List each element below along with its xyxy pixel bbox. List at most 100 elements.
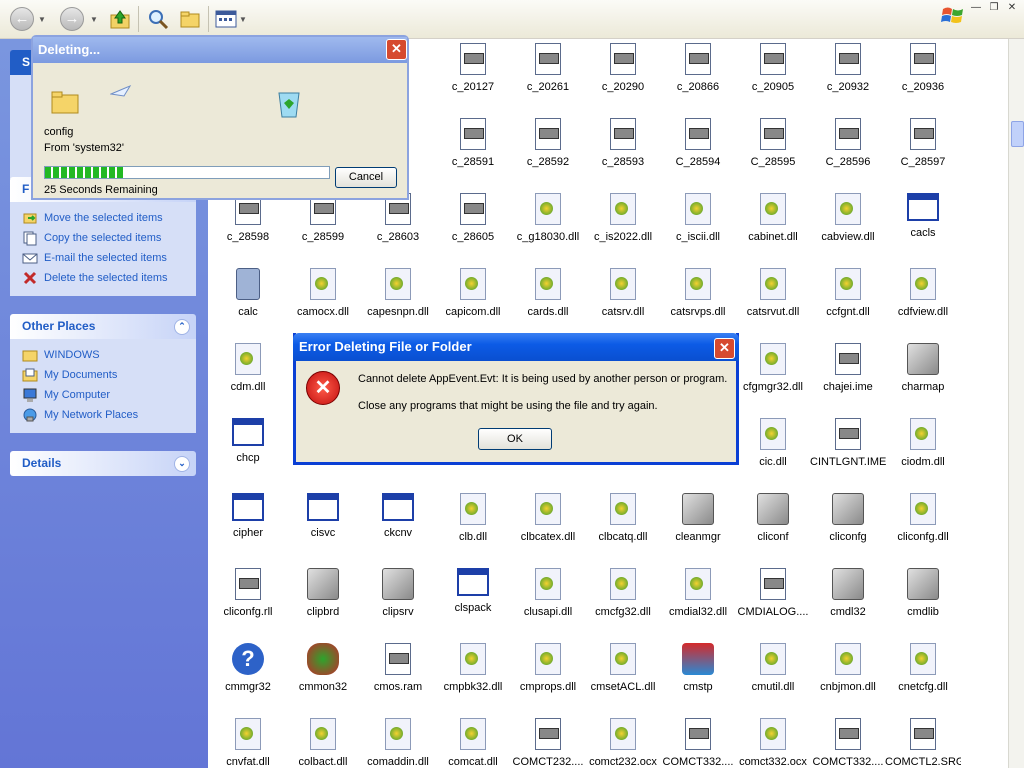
task-copy-items[interactable]: Copy the selected items <box>22 228 196 248</box>
file-item[interactable]: c_20932 <box>810 43 886 93</box>
file-item[interactable]: c_20866 <box>660 43 736 93</box>
file-item[interactable]: cmcfg32.dll <box>585 568 661 618</box>
file-item[interactable]: comct332.ocx <box>735 718 811 768</box>
file-item[interactable]: cmmon32 <box>285 643 361 693</box>
file-item[interactable]: C_28597 <box>885 118 961 168</box>
restore-button[interactable]: ❐ <box>986 2 1002 13</box>
file-item[interactable]: cnvfat.dll <box>210 718 286 768</box>
file-item[interactable]: clipbrd <box>285 568 361 618</box>
file-item[interactable]: cisvc <box>285 493 361 539</box>
place-my-documents[interactable]: My Documents <box>22 365 196 385</box>
file-item[interactable]: capesnpn.dll <box>360 268 436 318</box>
file-item[interactable]: c_28592 <box>510 118 586 168</box>
file-item[interactable]: cnbjmon.dll <box>810 643 886 693</box>
file-item[interactable]: c_28603 <box>360 193 436 243</box>
file-item[interactable]: chcp <box>210 418 286 464</box>
file-item[interactable]: cic.dll <box>735 418 811 468</box>
forward-button[interactable]: → <box>60 6 84 32</box>
up-button[interactable] <box>108 6 132 32</box>
file-item[interactable]: c_28593 <box>585 118 661 168</box>
file-item[interactable]: ccfgnt.dll <box>810 268 886 318</box>
file-item[interactable]: ckcnv <box>360 493 436 539</box>
file-item[interactable]: chajei.ime <box>810 343 886 393</box>
file-item[interactable]: c_iscii.dll <box>660 193 736 243</box>
file-item[interactable]: capicom.dll <box>435 268 511 318</box>
deleting-close-button[interactable]: ✕ <box>386 39 407 60</box>
file-item[interactable]: cdfview.dll <box>885 268 961 318</box>
file-item[interactable]: cliconfg.rll <box>210 568 286 618</box>
task-move-items[interactable]: Move the selected items <box>22 208 196 228</box>
file-item[interactable]: C_28596 <box>810 118 886 168</box>
ok-button[interactable]: OK <box>478 428 552 450</box>
file-item[interactable]: clbcatq.dll <box>585 493 661 543</box>
place-my-computer[interactable]: My Computer <box>22 385 196 405</box>
file-item[interactable]: ciodm.dll <box>885 418 961 468</box>
file-item[interactable]: clusapi.dll <box>510 568 586 618</box>
file-item[interactable]: cmdial32.dll <box>660 568 736 618</box>
file-item[interactable]: cmdlib <box>885 568 961 618</box>
file-item[interactable]: c_g18030.dll <box>510 193 586 243</box>
file-item[interactable]: cards.dll <box>510 268 586 318</box>
file-item[interactable]: cacls <box>885 193 961 239</box>
file-item[interactable]: cmprops.dll <box>510 643 586 693</box>
back-dropdown-icon[interactable]: ▼ <box>38 6 46 32</box>
file-item[interactable]: charmap <box>885 343 961 393</box>
file-item[interactable]: cipher <box>210 493 286 539</box>
file-item[interactable]: CMDIALOG.... <box>735 568 811 618</box>
file-item[interactable]: cmpbk32.dll <box>435 643 511 693</box>
file-item[interactable]: COMCT332.... <box>810 718 886 768</box>
file-item[interactable]: colbact.dll <box>285 718 361 768</box>
file-item[interactable]: c_20127 <box>435 43 511 93</box>
file-item[interactable]: cnetcfg.dll <box>885 643 961 693</box>
task-email-items[interactable]: E-mail the selected items <box>22 248 196 268</box>
file-item[interactable]: cmsetACL.dll <box>585 643 661 693</box>
file-item[interactable]: clbcatex.dll <box>510 493 586 543</box>
file-item[interactable]: cliconfg.dll <box>885 493 961 543</box>
search-button[interactable] <box>145 6 171 32</box>
file-item[interactable]: ? cmmgr32 <box>210 643 286 693</box>
file-item[interactable]: c_is2022.dll <box>585 193 661 243</box>
error-close-button[interactable]: ✕ <box>714 338 735 359</box>
file-item[interactable]: cleanmgr <box>660 493 736 543</box>
file-item[interactable]: c_20261 <box>510 43 586 93</box>
file-item[interactable]: COMCT232.... <box>510 718 586 768</box>
file-item[interactable]: C_28595 <box>735 118 811 168</box>
file-item[interactable]: cliconfg <box>810 493 886 543</box>
file-item[interactable]: cabview.dll <box>810 193 886 243</box>
file-item[interactable]: clb.dll <box>435 493 511 543</box>
close-button[interactable]: ✕ <box>1004 2 1020 13</box>
back-button[interactable]: ← <box>10 6 34 32</box>
file-item[interactable]: clipsrv <box>360 568 436 618</box>
cancel-button[interactable]: Cancel <box>335 167 397 188</box>
folders-button[interactable] <box>177 6 203 32</box>
views-button[interactable]: ▼ <box>214 6 248 32</box>
task-delete-items[interactable]: Delete the selected items <box>22 268 196 288</box>
expand-chevron-icon[interactable]: ⌄ <box>174 456 190 472</box>
file-item[interactable]: c_20290 <box>585 43 661 93</box>
file-item[interactable]: c_20905 <box>735 43 811 93</box>
file-item[interactable]: c_20936 <box>885 43 961 93</box>
details-header[interactable]: Details ⌄ <box>10 451 196 476</box>
vertical-scrollbar[interactable] <box>1008 39 1024 768</box>
file-item[interactable]: cmutil.dll <box>735 643 811 693</box>
file-item[interactable]: calc <box>210 268 286 318</box>
file-item[interactable]: c_28599 <box>285 193 361 243</box>
scroll-thumb[interactable] <box>1011 121 1024 147</box>
file-item[interactable]: cfgmgr32.dll <box>735 343 811 393</box>
file-item[interactable]: comaddin.dll <box>360 718 436 768</box>
file-item[interactable]: cmdl32 <box>810 568 886 618</box>
file-item[interactable]: comcat.dll <box>435 718 511 768</box>
file-item[interactable]: camocx.dll <box>285 268 361 318</box>
collapse-chevron-icon[interactable]: ⌃ <box>174 319 190 335</box>
file-item[interactable]: cmstp <box>660 643 736 693</box>
place-windows[interactable]: WINDOWS <box>22 345 196 365</box>
forward-dropdown-icon[interactable]: ▼ <box>90 6 98 32</box>
file-item[interactable]: cabinet.dll <box>735 193 811 243</box>
file-item[interactable]: catsrvps.dll <box>660 268 736 318</box>
place-my-network-places[interactable]: My Network Places <box>22 405 196 425</box>
file-item[interactable]: clspack <box>435 568 511 614</box>
file-item[interactable]: comct232.ocx <box>585 718 661 768</box>
file-item[interactable]: C_28594 <box>660 118 736 168</box>
minimize-button[interactable]: — <box>968 2 984 13</box>
file-item[interactable]: COMCT332.... <box>660 718 736 768</box>
